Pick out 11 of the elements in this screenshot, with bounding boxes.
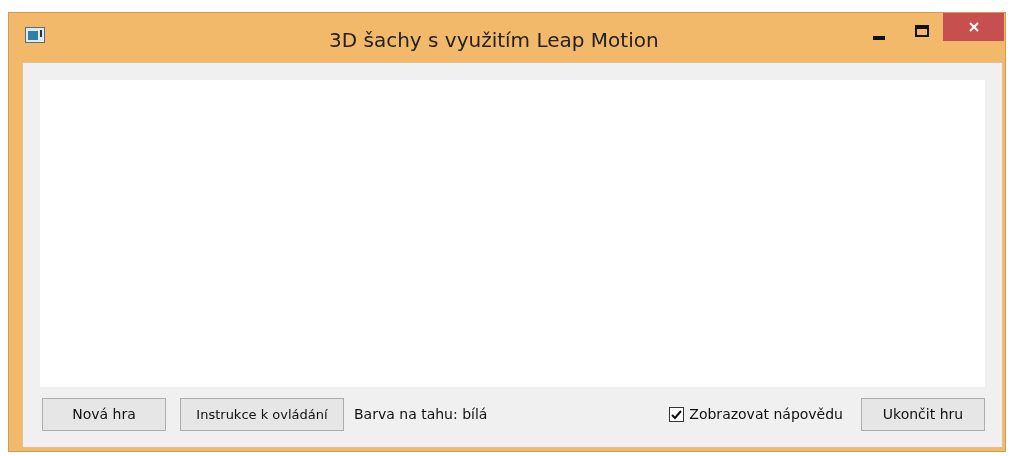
close-button[interactable] [943, 13, 1004, 41]
show-hints-label: Zobrazovat nápovědu [689, 405, 843, 424]
close-icon [968, 22, 979, 32]
window-title: 3D šachy s využitím Leap Motion [329, 27, 659, 54]
app-icon [25, 27, 45, 43]
show-hints-checkbox[interactable] [669, 407, 685, 422]
end-game-button[interactable]: Ukončit hru [861, 398, 985, 431]
new-game-button[interactable]: Nová hra [42, 398, 166, 431]
maximize-icon[interactable] [915, 25, 929, 37]
turn-label: Barva na tahu: bílá [354, 405, 488, 424]
instructions-button[interactable]: Instrukce k ovládání [180, 398, 344, 431]
